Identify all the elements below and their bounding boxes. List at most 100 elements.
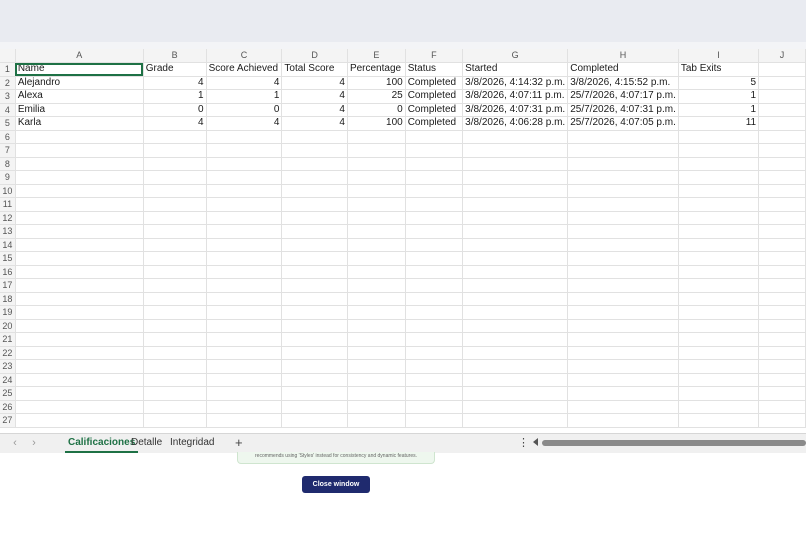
cell[interactable]: Completed — [405, 89, 464, 104]
cell[interactable] — [405, 319, 464, 333]
cell[interactable] — [405, 386, 464, 401]
cell[interactable] — [347, 332, 406, 347]
cell[interactable] — [405, 143, 464, 158]
row-header[interactable]: 23 — [0, 359, 16, 374]
cell[interactable] — [567, 413, 679, 428]
cell[interactable] — [462, 197, 569, 212]
cell[interactable] — [15, 346, 144, 360]
cell[interactable]: Completed — [405, 103, 464, 117]
cell[interactable] — [347, 224, 406, 239]
cell[interactable] — [15, 211, 144, 225]
cell[interactable] — [206, 238, 283, 252]
cell[interactable] — [462, 157, 569, 171]
cell[interactable] — [143, 170, 207, 185]
cell[interactable] — [462, 373, 569, 387]
cell[interactable] — [758, 305, 806, 320]
row-header[interactable]: 24 — [0, 373, 16, 387]
next-sheet-icon[interactable]: › — [27, 436, 41, 450]
cell[interactable] — [281, 332, 348, 347]
cell[interactable] — [758, 103, 806, 117]
cell[interactable] — [143, 400, 207, 414]
cell[interactable] — [405, 346, 464, 360]
cell[interactable] — [15, 305, 144, 320]
cell[interactable] — [405, 292, 464, 306]
cell[interactable] — [758, 197, 806, 212]
cell[interactable] — [281, 157, 348, 171]
cell[interactable] — [143, 413, 207, 428]
cell[interactable] — [462, 184, 569, 198]
cell[interactable] — [567, 238, 679, 252]
cell[interactable]: 25 — [347, 89, 406, 104]
cell[interactable] — [15, 143, 144, 158]
tab-detalle[interactable]: Detalle — [128, 435, 165, 451]
cell[interactable]: 3/8/2026, 4:14:32 p.m. — [462, 76, 569, 90]
cell[interactable] — [206, 386, 283, 401]
cell[interactable]: Alexa — [15, 89, 144, 104]
cell[interactable] — [281, 211, 348, 225]
cell[interactable] — [567, 400, 679, 414]
cell[interactable] — [143, 346, 207, 360]
cell[interactable]: 4 — [281, 76, 348, 90]
cell[interactable] — [281, 143, 348, 158]
cell[interactable] — [678, 143, 760, 158]
cell[interactable] — [281, 413, 348, 428]
cell[interactable] — [567, 143, 679, 158]
cell[interactable]: Total Score — [281, 62, 348, 77]
cell[interactable] — [758, 400, 806, 414]
column-header[interactable]: B — [143, 49, 207, 63]
column-header[interactable]: I — [678, 49, 760, 63]
cell[interactable] — [567, 332, 679, 347]
row-header[interactable]: 17 — [0, 278, 16, 293]
row-header[interactable]: 22 — [0, 346, 16, 360]
cell[interactable] — [758, 386, 806, 401]
cell[interactable] — [405, 238, 464, 252]
close-window-button[interactable]: Close window — [302, 476, 370, 493]
cell[interactable]: 25/7/2026, 4:07:05 p.m. — [567, 116, 679, 131]
cell[interactable]: Percentage — [347, 62, 406, 77]
column-header[interactable]: D — [281, 49, 348, 63]
cell[interactable] — [15, 413, 144, 428]
cell[interactable] — [347, 238, 406, 252]
tab-integridad[interactable]: Integridad — [167, 435, 217, 451]
cell[interactable] — [758, 278, 806, 293]
cell[interactable] — [347, 359, 406, 374]
cell[interactable] — [281, 373, 348, 387]
row-header[interactable]: 20 — [0, 319, 16, 333]
cell[interactable]: 100 — [347, 76, 406, 90]
cell[interactable] — [758, 224, 806, 239]
cell[interactable] — [206, 319, 283, 333]
cell[interactable] — [143, 373, 207, 387]
prev-sheet-icon[interactable]: ‹ — [8, 436, 22, 450]
cell[interactable] — [405, 278, 464, 293]
more-options-icon[interactable]: ⋮ — [518, 435, 529, 451]
cell[interactable] — [567, 130, 679, 144]
cell[interactable] — [15, 332, 144, 347]
cell[interactable] — [143, 197, 207, 212]
cell[interactable] — [758, 292, 806, 306]
cell[interactable] — [405, 400, 464, 414]
cell[interactable] — [405, 373, 464, 387]
cell[interactable] — [347, 197, 406, 212]
cell[interactable] — [405, 197, 464, 212]
cell[interactable] — [206, 292, 283, 306]
cell[interactable] — [143, 386, 207, 401]
cell[interactable] — [405, 184, 464, 198]
cell[interactable]: 25/7/2026, 4:07:17 p.m. — [567, 89, 679, 104]
row-header[interactable]: 25 — [0, 386, 16, 401]
row-header[interactable]: 4 — [0, 103, 16, 117]
cell[interactable] — [678, 211, 760, 225]
cell[interactable]: 25/7/2026, 4:07:31 p.m. — [567, 103, 679, 117]
cell[interactable]: 0 — [143, 103, 207, 117]
cell[interactable] — [143, 251, 207, 266]
cell[interactable] — [405, 130, 464, 144]
cell[interactable] — [347, 130, 406, 144]
cell[interactable] — [347, 265, 406, 279]
column-header[interactable]: J — [758, 49, 806, 63]
cell[interactable] — [405, 157, 464, 171]
cell[interactable] — [678, 359, 760, 374]
cell[interactable] — [281, 130, 348, 144]
cell[interactable] — [758, 62, 806, 77]
cell[interactable] — [347, 413, 406, 428]
row-header[interactable]: 9 — [0, 170, 16, 185]
cell[interactable] — [15, 359, 144, 374]
